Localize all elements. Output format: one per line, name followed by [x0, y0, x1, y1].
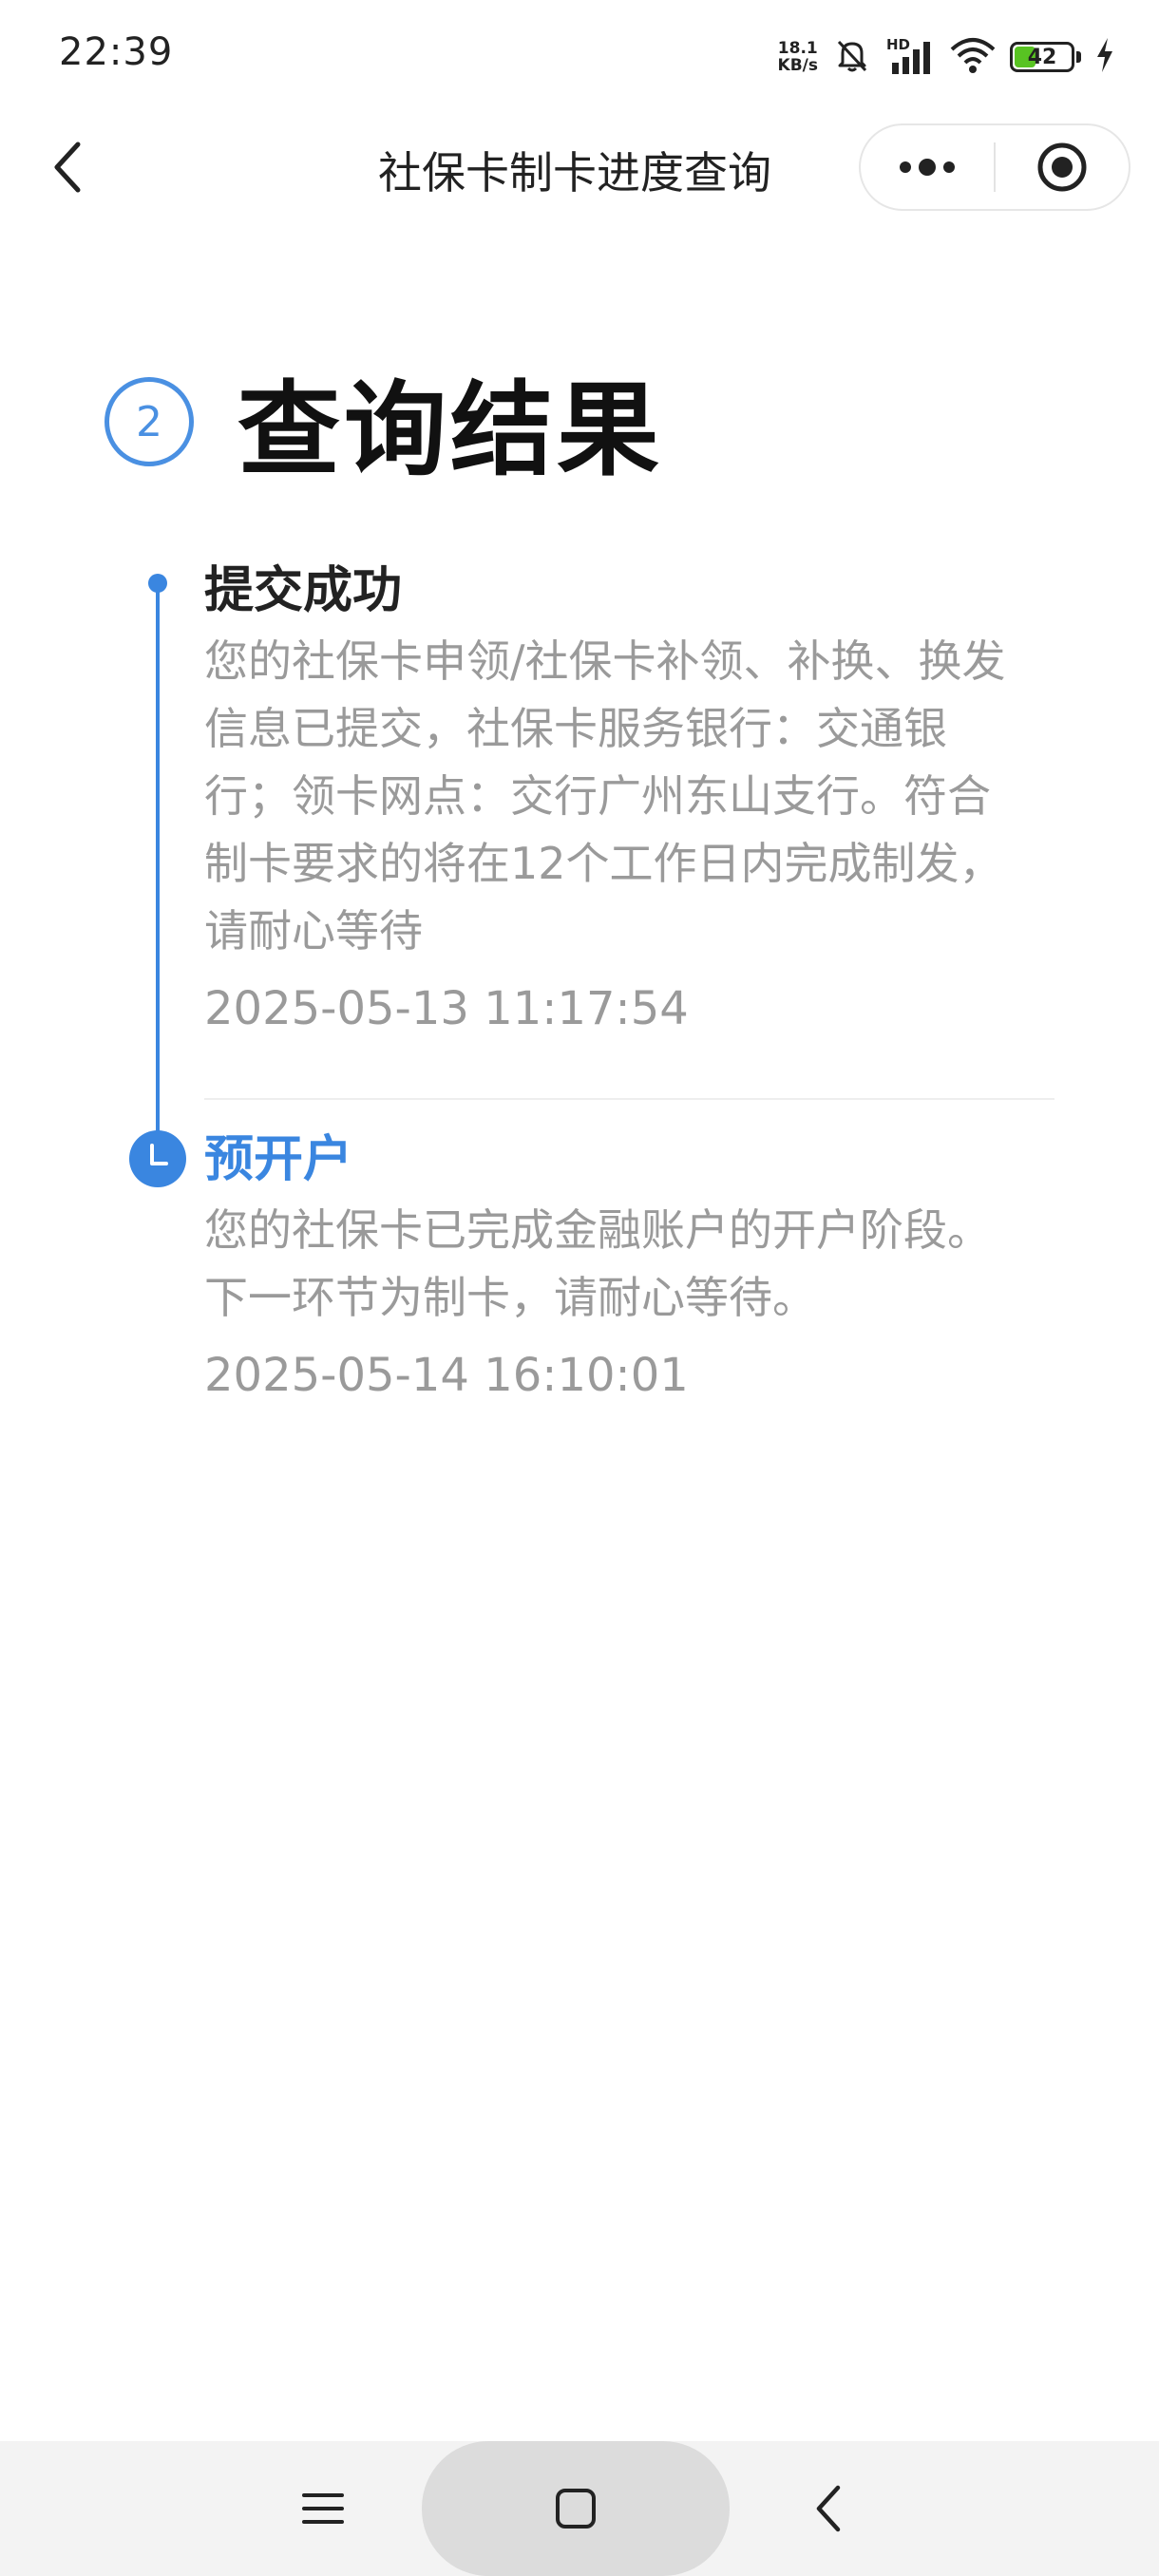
mini-program-capsule: [859, 123, 1130, 211]
system-back-button[interactable]: [790, 2441, 866, 2576]
target-circle-icon: [1037, 142, 1087, 192]
timeline-item-description: 您的社保卡申领/社保卡补领、补换、换发信息已提交，社保卡服务银行：交通银行；领卡…: [204, 635, 1006, 957]
clock-icon: [129, 1130, 186, 1187]
nav-bar: 社保卡制卡进度查询: [0, 114, 1159, 222]
timeline-item-title: 预开户: [204, 1131, 353, 1188]
menu-button[interactable]: [285, 2441, 361, 2576]
home-square-icon: [556, 2489, 596, 2529]
timeline-line: [156, 581, 160, 1161]
timeline-item: 预开户 您的社保卡已完成金融账户的开户阶段。下一环节为制卡，请耐心等待。 202…: [204, 1127, 1059, 1406]
close-button[interactable]: [996, 125, 1129, 209]
home-button[interactable]: [538, 2441, 614, 2576]
result-title: 查询结果: [238, 371, 664, 490]
wifi-icon: [949, 34, 997, 80]
status-time: 22:39: [59, 30, 174, 74]
back-arrow-icon: [816, 2485, 841, 2532]
timeline-dot: [148, 574, 167, 593]
signal-icon: HD: [886, 36, 936, 78]
timeline-item-time: 2025-05-13 11:17:54: [204, 982, 689, 1035]
timeline-item-description: 您的社保卡已完成金融账户的开户阶段。下一环节为制卡，请耐心等待。: [204, 1204, 991, 1323]
system-nav-bar: [0, 2441, 1159, 2576]
battery-icon: 42: [1010, 42, 1074, 72]
step-number-badge: 2: [104, 377, 194, 466]
more-dots-icon: [900, 159, 955, 176]
status-icons: 18.1 KB/s HD 42: [778, 30, 1115, 84]
network-speed-unit: KB/s: [777, 56, 818, 75]
menu-icon: [302, 2493, 344, 2524]
status-bar: 22:39 18.1 KB/s HD 42: [0, 0, 1159, 114]
battery-cap: [1076, 51, 1081, 63]
timeline-item-title: 提交成功: [204, 562, 403, 619]
network-speed-value: 18.1: [777, 39, 818, 58]
more-button[interactable]: [861, 125, 994, 209]
timeline-item-time: 2025-05-14 16:10:01: [204, 1349, 689, 1402]
timeline-item: 提交成功 您的社保卡申领/社保卡补领、补换、换发信息已提交，社保卡服务银行：交通…: [204, 558, 1059, 1039]
network-speed: 18.1 KB/s: [778, 40, 818, 74]
mute-bell-icon: [831, 34, 873, 80]
divider: [204, 1098, 1054, 1100]
battery-level: 42: [1027, 45, 1057, 69]
charging-icon: [1094, 36, 1115, 78]
